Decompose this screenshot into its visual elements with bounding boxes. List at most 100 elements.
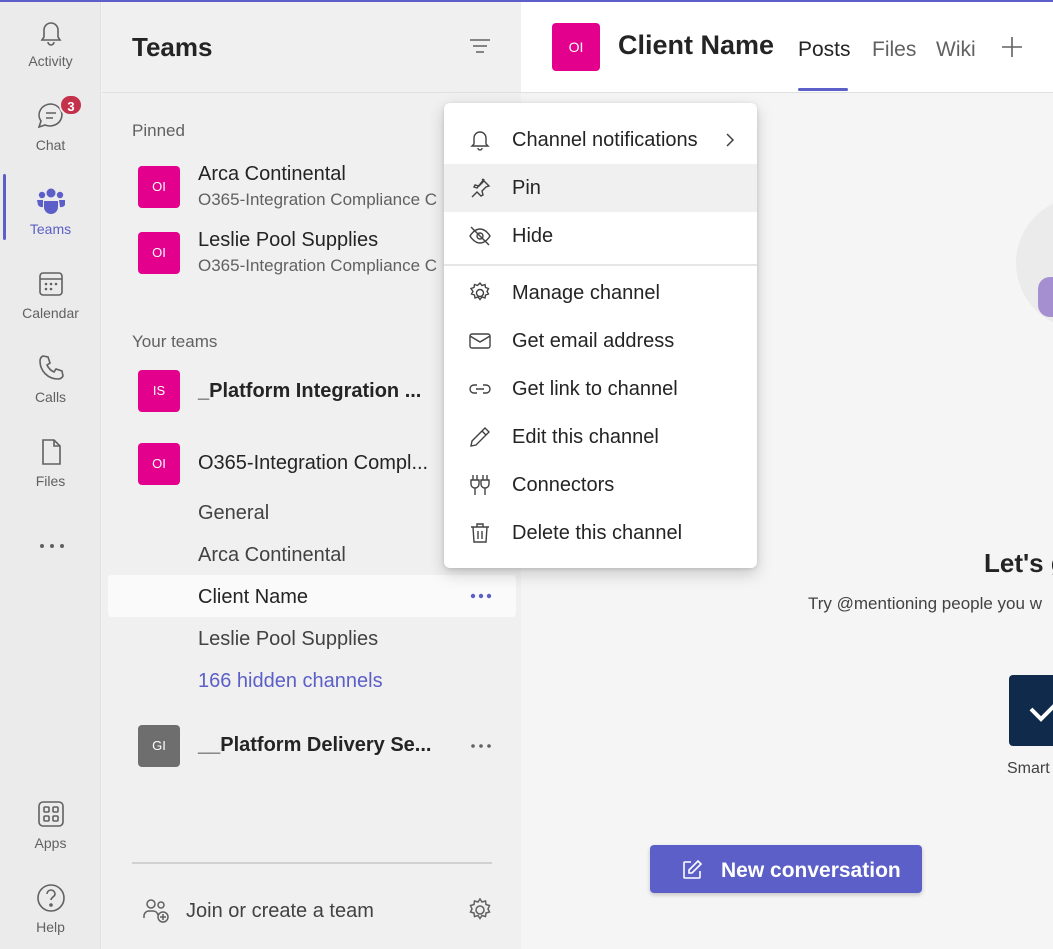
rail-label: Teams: [29, 221, 72, 237]
rail-label: Files: [35, 473, 66, 489]
new-conversation-button[interactable]: New conversation: [650, 845, 922, 893]
rail-item-apps[interactable]: Apps: [0, 782, 101, 862]
rail-item-help[interactable]: Help: [0, 866, 101, 946]
checkmark-icon: [1029, 704, 1053, 722]
mail-icon: [469, 333, 491, 349]
menu-item-delete-channel[interactable]: Delete this channel: [444, 509, 757, 557]
rail-item-activity[interactable]: Activity: [0, 0, 101, 80]
tab-posts[interactable]: Posts: [798, 38, 851, 62]
bell-icon: [470, 131, 490, 151]
chat-badge: 3: [59, 94, 83, 116]
new-conversation-label: New conversation: [721, 859, 901, 882]
menu-item-pin[interactable]: Pin: [444, 164, 757, 212]
app-label: Smart: [1007, 760, 1050, 777]
filter-icon[interactable]: [468, 36, 492, 56]
team-avatar: OI: [138, 166, 180, 208]
team-avatar: IS: [138, 370, 180, 412]
app-rail: Activity Chat 3 Teams Calendar Calls Fil…: [0, 0, 101, 949]
eye-off-icon: [469, 226, 491, 246]
link-icon: [469, 384, 491, 394]
channel-context-menu: Channel notifications Pin Hide Manage ch…: [444, 103, 757, 568]
channel-leslie-pool-supplies[interactable]: Leslie Pool Supplies: [198, 628, 378, 651]
menu-item-label: Delete this channel: [512, 522, 683, 544]
pin-icon: [471, 178, 491, 198]
tab-wiki[interactable]: Wiki: [936, 38, 976, 62]
gear-icon[interactable]: [466, 896, 494, 924]
team-name: _Platform Integration ...: [198, 380, 422, 402]
trash-icon: [471, 523, 489, 543]
active-tab-indicator: [798, 88, 848, 91]
team-more-icon[interactable]: [469, 741, 493, 751]
menu-item-channel-notifications[interactable]: Channel notifications: [444, 116, 757, 164]
teams-icon: [37, 188, 65, 214]
channel-client-name[interactable]: Client Name: [198, 586, 308, 609]
channel-arca-continental[interactable]: Arca Continental: [198, 544, 346, 567]
team-name: __Platform Delivery Se...: [198, 734, 432, 756]
rail-item-chat[interactable]: Chat: [0, 84, 101, 164]
menu-item-label: Get email address: [512, 330, 675, 352]
channel-selected-highlight: [108, 575, 516, 617]
panel-header: Teams: [102, 0, 521, 93]
rail-item-calendar[interactable]: Calendar: [0, 252, 101, 332]
rail-label: Help: [36, 919, 65, 935]
panel-divider: [132, 862, 492, 864]
gear-icon: [469, 281, 490, 301]
plug-icon: [470, 475, 490, 495]
team-avatar: OI: [138, 443, 180, 485]
menu-divider: [444, 264, 757, 266]
help-icon: [37, 884, 65, 912]
chevron-right-icon: [726, 133, 735, 147]
join-create-team-label: Join or create a team: [186, 900, 374, 922]
menu-item-label: Connectors: [512, 474, 615, 496]
menu-item-get-email-address[interactable]: Get email address: [444, 317, 757, 365]
team-avatar: OI: [138, 232, 180, 274]
menu-item-label: Edit this channel: [512, 426, 659, 448]
compose-icon: [683, 859, 703, 879]
pinned-channel-team: O365-Integration Compliance C: [198, 256, 438, 275]
menu-item-edit-channel[interactable]: Edit this channel: [444, 413, 757, 461]
channel-general[interactable]: General: [198, 502, 269, 525]
menu-item-get-link[interactable]: Get link to channel: [444, 365, 757, 413]
apps-icon: [38, 801, 64, 827]
rail-item-teams[interactable]: Teams: [0, 168, 101, 248]
menu-item-label: Hide: [512, 225, 554, 247]
channel-title: Client Name: [618, 30, 775, 60]
calendar-icon: [39, 272, 63, 296]
welcome-text: Try @mentioning people you w: [808, 594, 1042, 613]
rail-label: Calls: [34, 389, 67, 405]
channel-header: OI Client Name Posts Files Wiki: [521, 0, 1053, 93]
panel-title: Teams: [132, 32, 213, 62]
rail-label: Chat: [35, 137, 66, 153]
pinned-channel-name: Leslie Pool Supplies: [198, 229, 379, 251]
team-name: O365-Integration Compl...: [198, 452, 429, 474]
add-tab-icon[interactable]: [1000, 35, 1024, 59]
menu-item-label: Channel notifications: [512, 129, 698, 151]
pinned-channel-team: O365-Integration Compliance C: [198, 190, 438, 209]
menu-item-connectors[interactable]: Connectors: [444, 461, 757, 509]
rail-item-files[interactable]: Files: [0, 420, 101, 500]
channel-avatar: OI: [552, 23, 600, 71]
tab-files[interactable]: Files: [872, 38, 916, 62]
hidden-channels-link[interactable]: 166 hidden channels: [198, 670, 383, 693]
welcome-heading: Let's g: [984, 548, 1053, 578]
more-apps-icon[interactable]: [38, 536, 66, 556]
add-people-icon: [143, 899, 169, 923]
rail-item-calls[interactable]: Calls: [0, 336, 101, 416]
team-avatar: GI: [138, 725, 180, 767]
top-accent-line: [0, 0, 1053, 2]
menu-item-label: Pin: [512, 177, 541, 199]
rail-label: Activity: [28, 53, 73, 69]
channel-more-icon[interactable]: [469, 591, 493, 601]
pinned-label: Pinned: [132, 121, 185, 140]
bell-icon: [40, 22, 62, 46]
pinned-channel-name: Arca Continental: [198, 163, 346, 185]
menu-item-hide[interactable]: Hide: [444, 212, 757, 260]
rail-label: Apps: [34, 835, 67, 851]
menu-item-manage-channel[interactable]: Manage channel: [444, 269, 757, 317]
welcome-illustration: [1016, 197, 1053, 329]
file-icon: [42, 439, 61, 465]
menu-item-label: Get link to channel: [512, 378, 678, 400]
pencil-icon: [470, 427, 490, 447]
rail-label: Calendar: [22, 305, 79, 321]
app-tile[interactable]: [1009, 675, 1053, 746]
